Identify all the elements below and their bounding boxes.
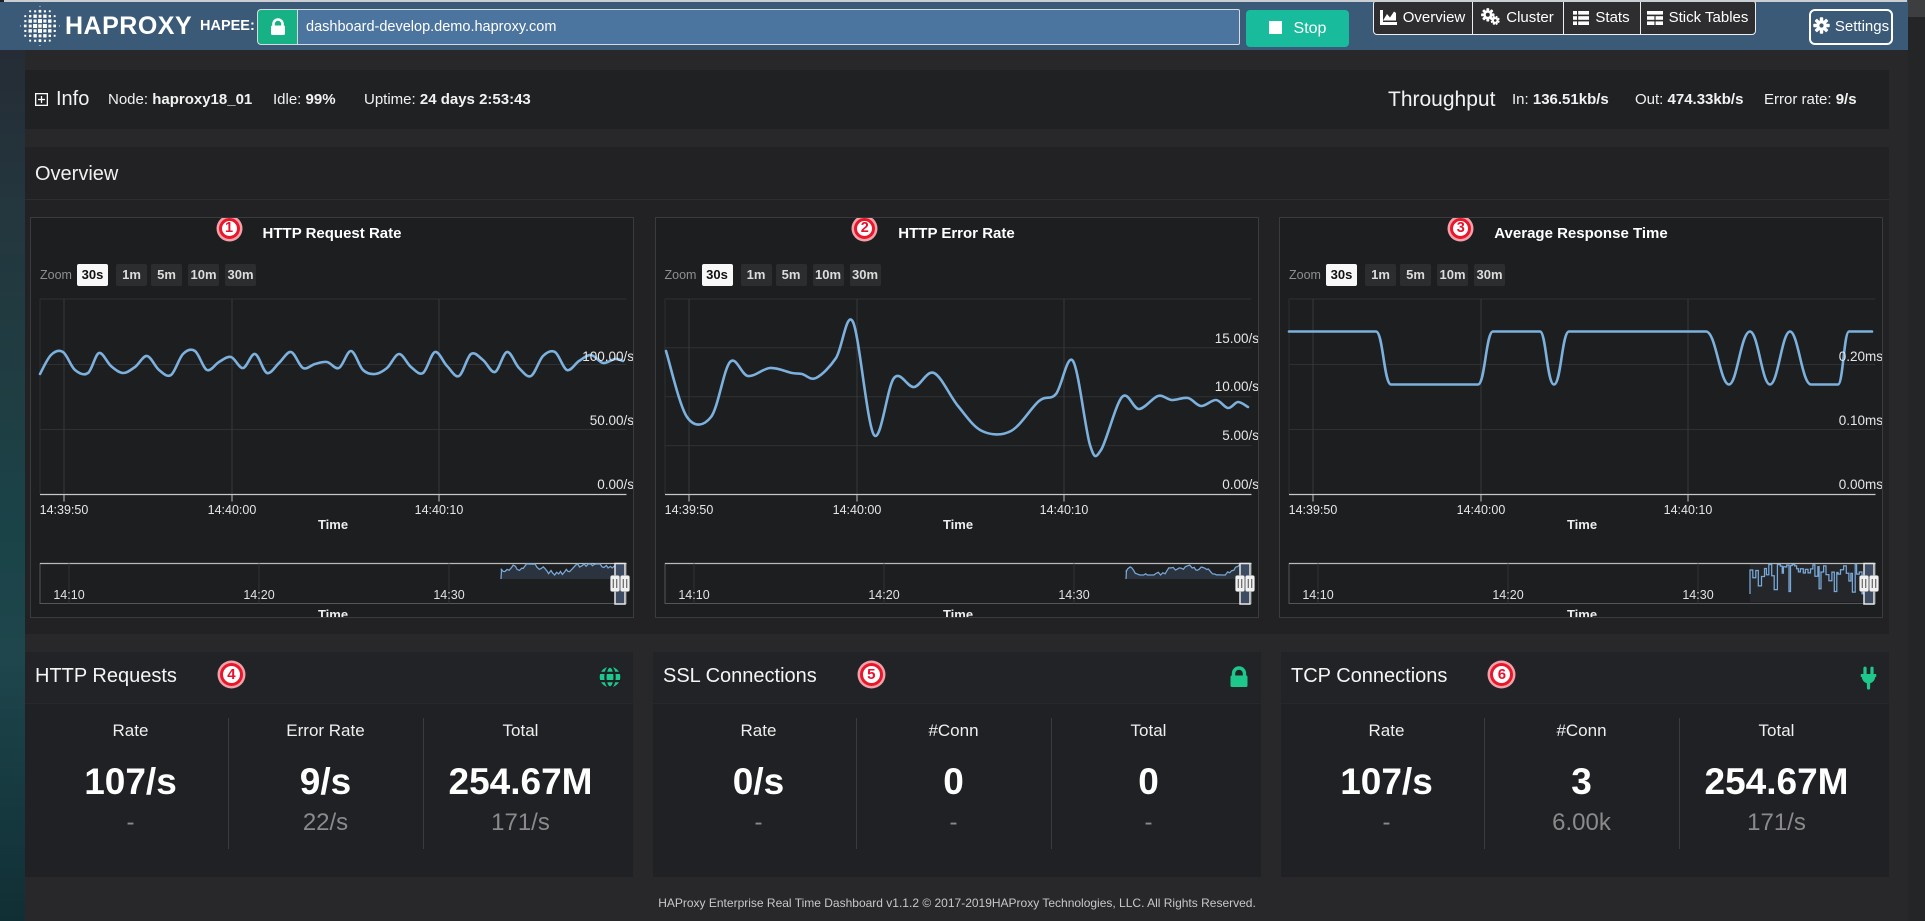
svg-text:0.20ms: 0.20ms xyxy=(1839,349,1883,364)
svg-text:50.00/s: 50.00/s xyxy=(590,413,634,428)
svg-text:5.00/s: 5.00/s xyxy=(1222,428,1259,443)
svg-text:14:10: 14:10 xyxy=(1302,588,1333,602)
svg-text:14:20: 14:20 xyxy=(868,588,899,602)
svg-text:14:40:00: 14:40:00 xyxy=(832,503,881,517)
svg-text:14:39:50: 14:39:50 xyxy=(1289,503,1338,517)
svg-text:100.00/s: 100.00/s xyxy=(582,349,634,364)
svg-text:14:30: 14:30 xyxy=(1682,588,1713,602)
svg-text:Time: Time xyxy=(318,607,348,618)
svg-text:14:40:00: 14:40:00 xyxy=(208,503,257,517)
svg-text:10.00/s: 10.00/s xyxy=(1214,379,1258,394)
svg-text:0.00/s: 0.00/s xyxy=(1222,477,1259,492)
svg-text:14:40:10: 14:40:10 xyxy=(1039,503,1088,517)
svg-text:14:39:50: 14:39:50 xyxy=(40,503,89,517)
svg-text:14:30: 14:30 xyxy=(1058,588,1089,602)
svg-text:14:30: 14:30 xyxy=(433,588,464,602)
svg-text:14:10: 14:10 xyxy=(678,588,709,602)
svg-text:0.10ms: 0.10ms xyxy=(1839,413,1883,428)
svg-text:Time: Time xyxy=(318,517,348,532)
svg-text:Time: Time xyxy=(942,517,972,532)
svg-text:14:20: 14:20 xyxy=(1492,588,1523,602)
svg-text:0.00/s: 0.00/s xyxy=(597,477,634,492)
svg-text:Time: Time xyxy=(942,607,972,618)
svg-text:14:20: 14:20 xyxy=(243,588,274,602)
svg-text:14:39:50: 14:39:50 xyxy=(664,503,713,517)
svg-text:14:40:00: 14:40:00 xyxy=(1457,503,1506,517)
svg-text:14:40:10: 14:40:10 xyxy=(1664,503,1713,517)
svg-text:14:10: 14:10 xyxy=(53,588,84,602)
svg-text:Time: Time xyxy=(1567,517,1597,532)
svg-text:15.00/s: 15.00/s xyxy=(1214,331,1258,346)
svg-text:14:40:10: 14:40:10 xyxy=(415,503,464,517)
svg-text:Time: Time xyxy=(1567,607,1597,618)
svg-text:0.00ms: 0.00ms xyxy=(1839,477,1883,492)
